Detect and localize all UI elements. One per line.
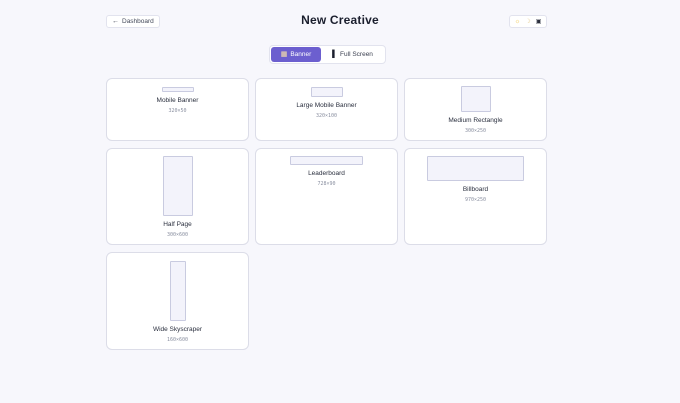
format-preview: [161, 87, 194, 92]
format-card-large-mobile-banner[interactable]: Large Mobile Banner 320×100: [255, 78, 398, 141]
format-preview: [290, 156, 363, 165]
format-preview: [169, 261, 186, 321]
format-name: Leaderboard: [308, 170, 345, 177]
format-card-medium-rectangle[interactable]: Medium Rectangle 300×250: [404, 78, 547, 141]
format-size: 970×250: [464, 197, 487, 203]
format-size: 300×600: [166, 232, 189, 238]
format-size: 728×90: [317, 181, 336, 187]
tab-banner[interactable]: ▦ Banner: [271, 47, 321, 62]
format-name: Wide Skyscraper: [152, 326, 203, 333]
sun-icon[interactable]: ☼: [513, 17, 522, 26]
theme-toggle: ☼ ☽ ▣: [509, 15, 547, 28]
moon-icon[interactable]: ☽: [523, 17, 532, 26]
monitor-icon[interactable]: ▣: [534, 17, 543, 26]
format-size: 320×100: [315, 113, 338, 119]
format-name: Half Page: [163, 221, 192, 228]
page-title: New Creative: [301, 13, 379, 27]
format-size: 300×250: [464, 128, 487, 134]
format-preview: [460, 86, 491, 112]
format-size: 160×600: [166, 337, 189, 343]
format-card-mobile-banner[interactable]: Mobile Banner 320×50: [106, 78, 249, 141]
format-name: Billboard: [462, 186, 489, 193]
format-preview: [162, 156, 193, 216]
format-size: 320×50: [168, 108, 187, 114]
tab-full-screen[interactable]: ▌ Full Screen: [321, 47, 384, 62]
format-preview: [310, 87, 343, 97]
format-card-wide-skyscraper[interactable]: Wide Skyscraper 160×600: [106, 252, 249, 350]
format-card-half-page[interactable]: Half Page 300×600: [106, 148, 249, 245]
tab-full-screen-label: Full Screen: [340, 51, 373, 58]
format-preview: [427, 156, 524, 181]
tab-banner-label: Banner: [290, 51, 312, 58]
image-icon: ▦: [280, 51, 288, 58]
format-name: Large Mobile Banner: [296, 102, 357, 109]
phone-icon: ▌: [332, 51, 338, 58]
format-name: Mobile Banner: [156, 97, 199, 104]
format-card-leaderboard[interactable]: Leaderboard 728×90: [255, 148, 398, 245]
format-card-billboard[interactable]: Billboard 970×250: [404, 148, 547, 245]
format-type-tabs: ▦ Banner ▌ Full Screen: [269, 45, 386, 64]
format-name: Medium Rectangle: [448, 117, 503, 124]
